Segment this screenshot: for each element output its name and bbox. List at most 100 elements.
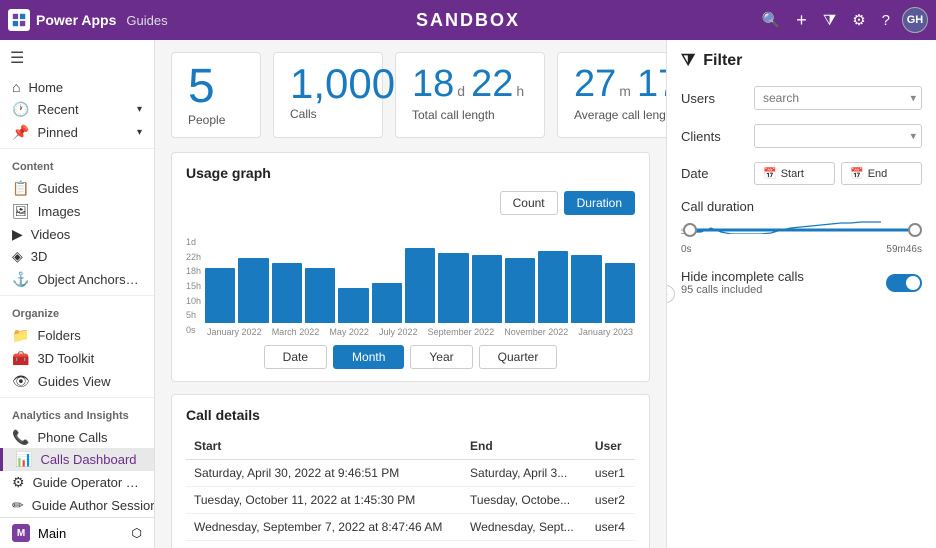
stat-days-unit: d xyxy=(457,83,465,99)
stat-card-calls: 1,000 Calls xyxy=(273,52,383,138)
filter-clients-row: Clients ▾ xyxy=(681,124,922,148)
table-cell-user: user4 xyxy=(587,514,635,541)
sidebar-section-content: Content xyxy=(0,153,154,177)
chart-bars-wrap: January 2022 March 2022 May 2022 July 20… xyxy=(205,223,635,337)
chart-bar xyxy=(605,263,635,323)
operator-icon: ⚙ xyxy=(12,474,25,491)
app-logo[interactable]: Power Apps xyxy=(8,9,116,31)
filter-clients-input-wrap: ▾ xyxy=(754,124,922,148)
slider-max-value: 59m46s xyxy=(886,244,922,255)
filter-icon[interactable]: ⧩ xyxy=(819,10,840,31)
sidebar-item-videos[interactable]: ▶ Videos xyxy=(0,223,154,246)
chart-bar xyxy=(272,263,302,323)
sidebar-item-calls-dashboard[interactable]: 📊 Calls Dashboard xyxy=(0,448,154,471)
table-cell-end: Saturday, April 3... xyxy=(462,460,587,487)
sidebar-item-label: Home xyxy=(28,80,63,95)
hide-incomplete-sub: 95 calls included xyxy=(681,284,886,296)
sidebar-item-guides-view[interactable]: 👁 Guides View xyxy=(0,370,154,393)
sidebar-item-guides[interactable]: 📋 Guides xyxy=(0,177,154,200)
filter-title: Filter xyxy=(703,52,742,70)
table-cell-start: Saturday, April 30, 2022 at 9:46:51 PM xyxy=(186,460,462,487)
sidebar-item-label: Object Anchors (Prev... xyxy=(37,272,142,287)
sidebar-item-object-anchors[interactable]: ⚓ Object Anchors (Prev... xyxy=(0,268,154,291)
filter-clients-label: Clients xyxy=(681,129,746,144)
sidebar-item-guide-operator[interactable]: ⚙ Guide Operator Sessi... xyxy=(0,471,154,494)
sidebar-item-phone-calls[interactable]: 📞 Phone Calls xyxy=(0,426,154,449)
table-cell-start: Tuesday, October 11, 2022 at 1:45:30 PM xyxy=(186,487,462,514)
chart-bars xyxy=(205,223,635,323)
table-cell-end: Tuesday, Octobe... xyxy=(462,487,587,514)
add-icon[interactable]: + xyxy=(792,8,811,33)
sidebar-item-home[interactable]: ⌂ Home xyxy=(0,76,154,98)
period-month-btn[interactable]: Month xyxy=(333,345,404,369)
y-label: 15h xyxy=(186,281,201,291)
logo-icon xyxy=(8,9,30,31)
author-icon: ✏ xyxy=(12,497,24,514)
guides-icon: 📋 xyxy=(12,180,29,197)
avatar[interactable]: GH xyxy=(902,7,928,33)
usage-graph-title: Usage graph xyxy=(186,165,635,181)
slider-thumb-right[interactable] xyxy=(908,223,922,237)
sidebar-item-3d[interactable]: ◈ 3D xyxy=(0,245,154,268)
chart-area: 0s 5h 10h 15h 18h 22h 1d January 2022 Ma… xyxy=(186,223,635,337)
settings-icon[interactable]: ⚙ xyxy=(848,9,869,31)
x-label: May 2022 xyxy=(329,327,369,337)
stat-avg-minutes: 27 xyxy=(574,63,616,106)
collapse-arrow[interactable]: › xyxy=(666,285,675,303)
sidebar-item-label: Folders xyxy=(37,328,80,343)
slider-thumb-left[interactable] xyxy=(683,223,697,237)
stat-total-combined: 18d 22h xyxy=(412,63,524,106)
sidebar-item-label: 3D xyxy=(31,249,48,264)
chart-bar xyxy=(538,251,568,323)
filter-date-label: Date xyxy=(681,166,746,181)
sidebar-item-3d-toolkit[interactable]: 🧰 3D Toolkit xyxy=(0,347,154,370)
count-btn[interactable]: Count xyxy=(500,191,558,215)
filter-users-input[interactable] xyxy=(754,86,922,110)
sidebar-bottom-env[interactable]: M Main ⬡ xyxy=(0,517,154,548)
date-buttons: 📅 Start 📅 End xyxy=(754,162,922,185)
filter-users-input-wrap: ▾ xyxy=(754,86,922,110)
table-row: Thursday, January 5, 2023 at 1:59:16 AMT… xyxy=(186,541,635,548)
usage-graph-card: Usage graph Count Duration 0s 5h 10h 15h… xyxy=(171,152,650,382)
sidebar-item-guide-author[interactable]: ✏ Guide Author Sessions xyxy=(0,494,154,517)
call-details-table: Start End User Saturday, April 30, 2022 … xyxy=(186,433,635,548)
sidebar: ☰ ⌂ Home 🕐 Recent ▾ 📌 Pinned ▾ Content 📋… xyxy=(0,40,155,548)
search-icon[interactable]: 🔍 xyxy=(758,9,785,31)
date-start-btn[interactable]: 📅 Start xyxy=(754,162,835,185)
filter-header: ⧩ Filter xyxy=(681,52,922,70)
hamburger-button[interactable]: ☰ xyxy=(0,40,154,76)
table-cell-start: Thursday, January 5, 2023 at 1:59:16 AM xyxy=(186,541,462,548)
sidebar-item-label: Guide Operator Sessi... xyxy=(33,475,142,490)
stat-people-number: 5 xyxy=(188,63,215,111)
app-name: Power Apps xyxy=(36,12,116,28)
table-row: Saturday, April 30, 2022 at 9:46:51 PMSa… xyxy=(186,460,635,487)
filter-clients-input[interactable] xyxy=(754,124,922,148)
sidebar-item-recent[interactable]: 🕐 Recent ▾ xyxy=(0,98,154,121)
sidebar-item-pinned[interactable]: 📌 Pinned ▾ xyxy=(0,121,154,144)
x-label: July 2022 xyxy=(379,327,418,337)
y-label: 22h xyxy=(186,252,201,262)
phone-icon: 📞 xyxy=(12,429,29,446)
sidebar-item-folders[interactable]: 📁 Folders xyxy=(0,324,154,347)
call-duration-label: Call duration xyxy=(681,199,922,214)
stat-card-people: 5 People xyxy=(171,52,261,138)
period-quarter-btn[interactable]: Quarter xyxy=(479,345,558,369)
end-btn-label: End xyxy=(868,168,888,180)
duration-btn[interactable]: Duration xyxy=(564,191,635,215)
sidebar-item-label: Pinned xyxy=(37,125,77,140)
sidebar-section-analytics: Analytics and Insights xyxy=(0,402,154,426)
period-date-btn[interactable]: Date xyxy=(264,345,327,369)
table-cell-user: user2 xyxy=(587,487,635,514)
3d-icon: ◈ xyxy=(12,248,23,265)
hide-incomplete-toggle[interactable] xyxy=(886,274,922,292)
calendar-icon: 📅 xyxy=(850,167,864,180)
sidebar-item-images[interactable]: 🖼 Images xyxy=(0,200,154,223)
call-details-title: Call details xyxy=(186,407,635,423)
date-end-btn[interactable]: 📅 End xyxy=(841,162,922,185)
env-label: Main xyxy=(38,526,66,541)
help-icon[interactable]: ? xyxy=(878,10,894,31)
period-year-btn[interactable]: Year xyxy=(410,345,472,369)
folders-icon: 📁 xyxy=(12,327,29,344)
topbar: Power Apps Guides SANDBOX 🔍 + ⧩ ⚙ ? GH xyxy=(0,0,936,40)
col-start: Start xyxy=(186,433,462,460)
